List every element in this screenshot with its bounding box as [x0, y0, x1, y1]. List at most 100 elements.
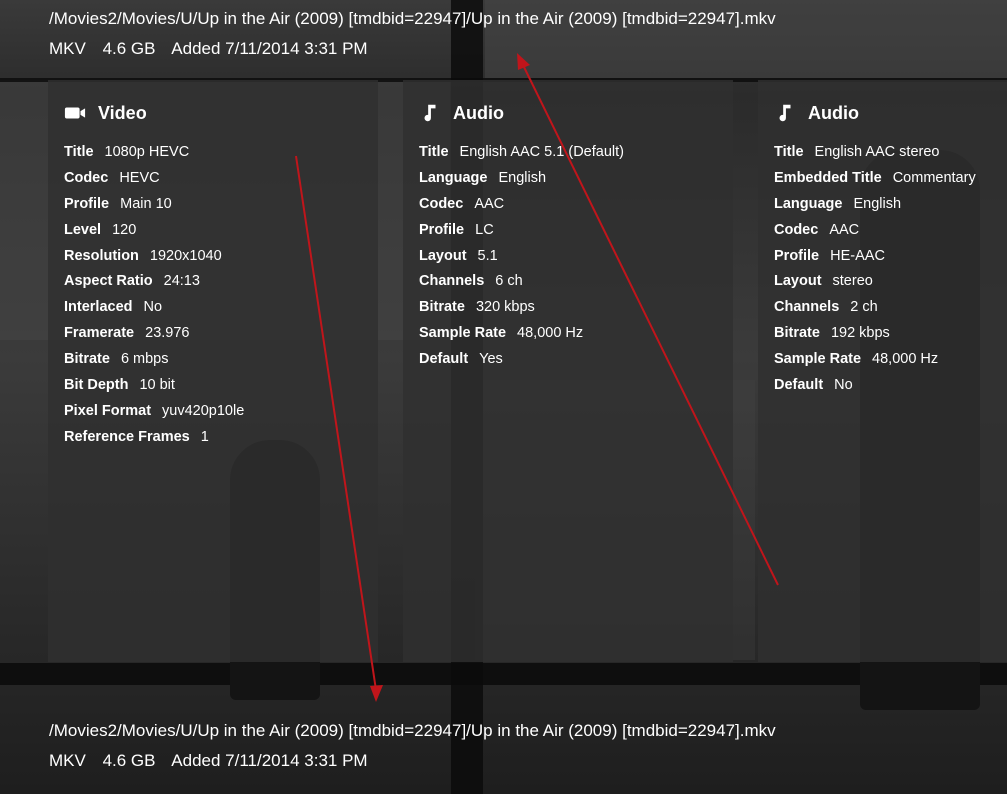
panel-header: Audio: [774, 102, 859, 124]
detail-value: 1080p HEVC: [104, 144, 190, 160]
detail-row: Bitrate 6 mbps: [64, 350, 244, 376]
file-meta: MKV 4.6 GB Added 7/11/2014 3:31 PM: [49, 40, 776, 57]
detail-row: Bitrate 192 kbps: [774, 324, 976, 350]
stream-details: Title English AAC 5.1 (Default) Language E…: [419, 143, 624, 376]
panel-header: Audio: [419, 102, 504, 124]
detail-key: Title: [419, 144, 449, 160]
detail-value: 48,000 Hz: [872, 351, 939, 368]
detail-key: Codec: [774, 221, 819, 238]
detail-key: Bitrate: [774, 325, 820, 342]
detail-row: Aspect Ratio 24:13: [64, 272, 244, 298]
panel-header: Video: [64, 102, 147, 124]
detail-value: No: [834, 377, 853, 394]
music-note-icon: [424, 104, 436, 122]
detail-key: Channels: [774, 299, 840, 316]
detail-value: 48,000 Hz: [517, 325, 584, 342]
detail-key: Profile: [774, 247, 820, 264]
detail-row: Interlaced No: [64, 298, 244, 324]
detail-key: Profile: [419, 221, 465, 238]
detail-key: Default: [419, 351, 469, 368]
detail-row: Sample Rate 48,000 Hz: [774, 350, 976, 376]
detail-row: Level 120: [64, 221, 244, 247]
detail-row: Layout stereo: [774, 272, 976, 298]
detail-row: Profile Main 10: [64, 195, 244, 221]
detail-row: Title English AAC stereo: [774, 143, 976, 169]
detail-row: Default Yes: [419, 350, 624, 376]
panel-title: Video: [98, 102, 147, 123]
detail-key: Level: [64, 221, 102, 238]
detail-key: Title: [64, 144, 94, 160]
detail-row: Bit Depth 10 bit: [64, 376, 244, 402]
detail-key: Bitrate: [64, 351, 110, 368]
detail-value: HEVC: [119, 169, 160, 186]
detail-key: Reference Frames: [64, 428, 190, 445]
detail-row: Pixel Format yuv420p10le: [64, 402, 244, 428]
detail-value: 6 mbps: [120, 351, 169, 368]
detail-row: Codec AAC: [774, 221, 976, 247]
detail-value: 320 kbps: [475, 299, 535, 316]
detail-row: Codec AAC: [419, 195, 624, 221]
detail-row: Title English AAC 5.1 (Default): [419, 143, 624, 169]
detail-row: Default No: [774, 376, 976, 402]
detail-value: 2 ch: [850, 299, 878, 316]
file-path: /Movies2/Movies/U/Up in the Air (2009) […: [49, 721, 776, 740]
detail-value: AAC: [474, 195, 505, 212]
detail-row: Sample Rate 48,000 Hz: [419, 324, 624, 350]
detail-key: Sample Rate: [419, 325, 507, 342]
container-format: MKV: [49, 39, 86, 58]
detail-row: Reference Frames 1: [64, 428, 244, 454]
detail-value: English AAC stereo: [814, 144, 940, 160]
detail-key: Title: [774, 144, 804, 160]
detail-key: Bitrate: [419, 299, 465, 316]
detail-value: 120: [112, 221, 137, 238]
detail-value: Commentary: [892, 169, 976, 186]
detail-value: 23.976: [145, 325, 190, 342]
detail-value: English AAC 5.1 (Default): [459, 144, 624, 160]
detail-value: 24:13: [163, 273, 200, 290]
detail-value: LC: [475, 221, 494, 238]
date-added: Added 7/11/2014 3:31 PM: [171, 39, 368, 58]
detail-key: Pixel Format: [64, 402, 152, 419]
detail-row: Framerate 23.976: [64, 324, 244, 350]
detail-value: 6 ch: [495, 273, 523, 290]
file-size: 4.6 GB: [102, 751, 156, 770]
detail-row: Language English: [419, 169, 624, 195]
file-meta: MKV 4.6 GB Added 7/11/2014 3:31 PM: [49, 752, 776, 769]
detail-value: yuv420p10le: [162, 402, 245, 419]
video-camera-icon: [64, 107, 86, 119]
file-info-bottom: /Movies2/Movies/U/Up in the Air (2009) […: [49, 722, 776, 769]
stream-details: Title 1080p HEVC Codec HEVC Profile Main 10…: [64, 143, 244, 454]
video-stream-panel: Video Title 1080p HEVC Codec HEVC Profile M…: [48, 80, 378, 662]
panel-title: Audio: [808, 102, 859, 123]
detail-value: stereo: [832, 273, 873, 290]
detail-key: Language: [419, 169, 488, 186]
detail-row: Layout 5.1: [419, 247, 624, 273]
detail-key: Codec: [419, 195, 464, 212]
detail-value: Yes: [479, 351, 503, 368]
stream-details: Title English AAC stereo Embedded Title Co…: [774, 143, 976, 402]
file-info-top: /Movies2/Movies/U/Up in the Air (2009) […: [49, 10, 776, 57]
detail-value: 1: [200, 428, 209, 445]
file-path: /Movies2/Movies/U/Up in the Air (2009) […: [49, 9, 776, 28]
detail-value: 1920x1040: [149, 247, 222, 264]
detail-key: Layout: [774, 273, 822, 290]
detail-value: English: [853, 195, 902, 212]
detail-row: Channels 6 ch: [419, 272, 624, 298]
detail-row: Channels 2 ch: [774, 298, 976, 324]
detail-row: Codec HEVC: [64, 169, 244, 195]
detail-key: Codec: [64, 169, 109, 186]
detail-value: Main 10: [120, 195, 172, 212]
detail-row: Profile LC: [419, 221, 624, 247]
detail-row: Bitrate 320 kbps: [419, 298, 624, 324]
detail-key: Framerate: [64, 325, 135, 342]
detail-key: Profile: [64, 195, 110, 212]
detail-row: Profile HE-AAC: [774, 247, 976, 273]
detail-value: AAC: [829, 221, 860, 238]
audio-stream-panel-1: Audio Title English AAC 5.1 (Default) Lan…: [403, 80, 733, 662]
panel-title: Audio: [453, 102, 504, 123]
detail-key: Default: [774, 377, 824, 394]
detail-key: Bit Depth: [64, 377, 129, 394]
detail-key: Embedded Title: [774, 169, 882, 186]
detail-value: No: [143, 299, 163, 316]
detail-key: Resolution: [64, 247, 139, 264]
